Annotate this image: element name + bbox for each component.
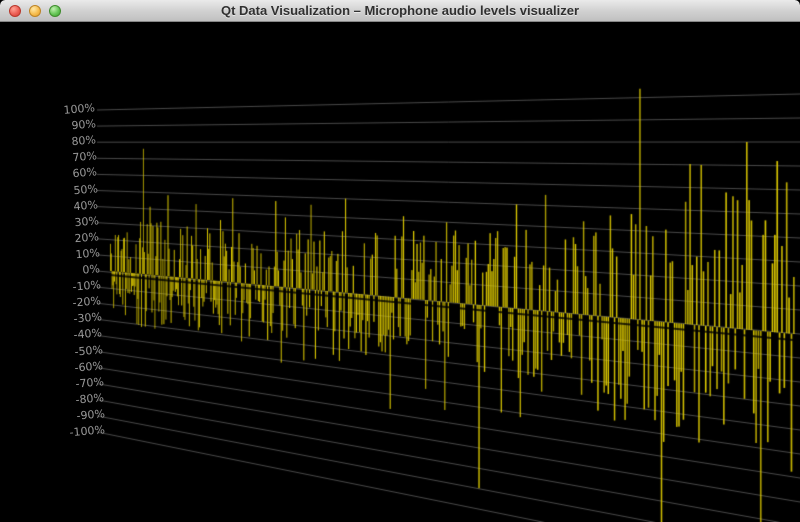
zoom-button[interactable] [49,5,61,17]
app-window: Qt Data Visualization – Microphone audio… [0,0,800,522]
window-title: Qt Data Visualization – Microphone audio… [221,3,579,18]
close-button[interactable] [9,5,21,17]
minimize-button[interactable] [29,5,41,17]
titlebar[interactable]: Qt Data Visualization – Microphone audio… [0,0,800,22]
window-controls [9,0,61,21]
chart-area: 100%90%80%70%60%50%40%30%20%10%0%-10%-20… [0,22,800,522]
audio-waveform-canvas[interactable] [0,22,800,522]
